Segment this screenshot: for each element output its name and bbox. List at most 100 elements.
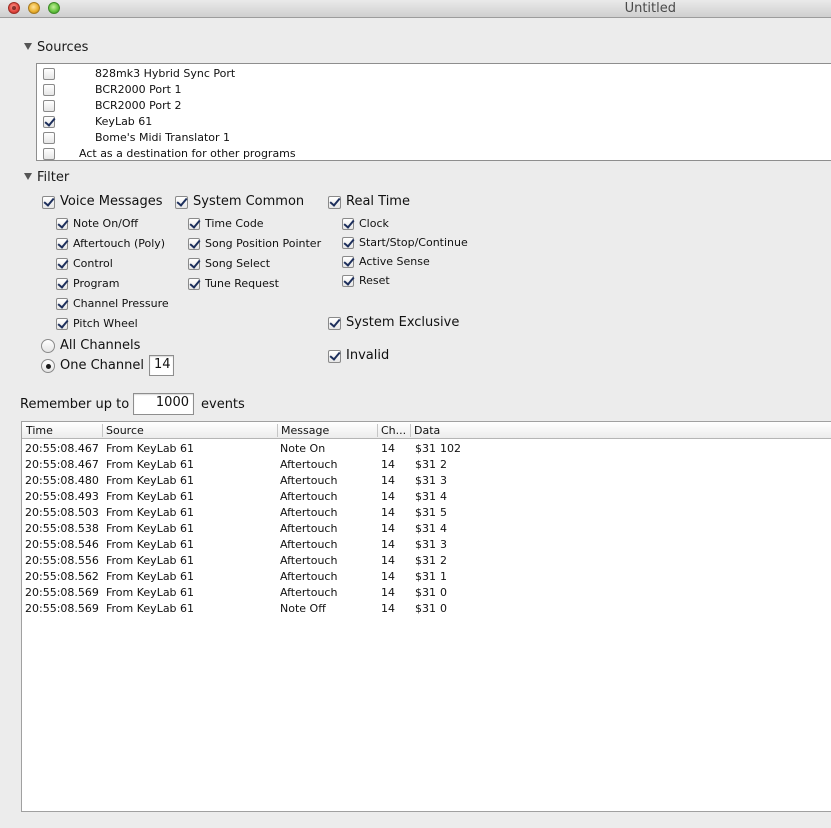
table-cell: 0: [440, 602, 447, 615]
column-header-time[interactable]: Time: [26, 424, 53, 437]
table-cell: 20:55:08.480: [25, 474, 99, 487]
source-row[interactable]: 828mk3 Hybrid Sync Port: [37, 66, 831, 82]
checkbox[interactable]: [56, 318, 68, 330]
table-cell: 3: [440, 538, 447, 551]
filter-disclosure[interactable]: Filter: [24, 170, 69, 185]
table-row[interactable]: 20:55:08.562 From KeyLab 61 Aftertouch 14 $3…: [22, 568, 831, 584]
table-row[interactable]: 20:55:08.556 From KeyLab 61 Aftertouch 14 $3…: [22, 552, 831, 568]
source-checkbox-bcr2000-port1[interactable]: [43, 84, 55, 96]
table-cell: 4: [440, 522, 447, 535]
table-cell: $31: [415, 474, 436, 487]
checkbox[interactable]: [188, 238, 200, 250]
checkbox-label: Channel Pressure: [73, 297, 169, 310]
radio-button[interactable]: [41, 359, 55, 373]
events-table[interactable]: Time Source Message Ch... Data 20:55:08.…: [21, 421, 831, 812]
table-cell: From KeyLab 61: [106, 570, 195, 583]
table-cell: $31: [415, 522, 436, 535]
table-cell: Note Off: [280, 602, 326, 615]
table-cell: From KeyLab 61: [106, 474, 195, 487]
checkbox[interactable]: [175, 196, 188, 209]
checkbox[interactable]: [42, 196, 55, 209]
column-divider[interactable]: [277, 424, 278, 437]
source-checkbox-bcr2000-port2[interactable]: [43, 100, 55, 112]
checkbox[interactable]: [342, 275, 354, 287]
system-common-label: System Common: [193, 194, 305, 209]
column-divider[interactable]: [102, 424, 103, 437]
source-row[interactable]: BCR2000 Port 1: [37, 82, 831, 98]
checkbox[interactable]: [56, 218, 68, 230]
checkbox[interactable]: [188, 218, 200, 230]
source-label: Bome's Midi Translator 1: [95, 131, 231, 144]
table-cell: 20:55:08.556: [25, 554, 99, 567]
checkbox-label: Time Code: [205, 217, 264, 230]
checkbox[interactable]: [56, 238, 68, 250]
checkbox[interactable]: [328, 317, 341, 330]
source-checkbox-act-as-destination[interactable]: [43, 148, 55, 160]
invalid-label: Invalid: [346, 348, 390, 363]
source-checkbox-bome[interactable]: [43, 132, 55, 144]
source-checkbox-keylab61[interactable]: [43, 116, 55, 128]
checkbox[interactable]: [342, 256, 354, 268]
source-checkbox-828mk3[interactable]: [43, 68, 55, 80]
disclosure-triangle-icon[interactable]: [24, 43, 32, 50]
table-row[interactable]: 20:55:08.503 From KeyLab 61 Aftertouch 14 $3…: [22, 504, 831, 520]
checkbox[interactable]: [56, 278, 68, 290]
event-limit-field[interactable]: 1000: [133, 393, 194, 415]
checkbox-label: Start/Stop/Continue: [359, 236, 468, 249]
checkbox[interactable]: [188, 278, 200, 290]
table-cell: Aftertouch: [280, 490, 338, 503]
column-header-data[interactable]: Data: [414, 424, 440, 437]
table-cell: From KeyLab 61: [106, 506, 195, 519]
table-row[interactable]: 20:55:08.569 From KeyLab 61 Note Off 14 $31 0: [22, 600, 831, 616]
source-row[interactable]: BCR2000 Port 2: [37, 98, 831, 114]
column-divider[interactable]: [410, 424, 411, 437]
table-cell: 2: [440, 458, 447, 471]
table-cell: Aftertouch: [280, 506, 338, 519]
remember-prefix-label: Remember up to: [20, 397, 130, 412]
source-row[interactable]: Act as a destination for other programs: [37, 146, 831, 162]
table-cell: $31: [415, 602, 436, 615]
radio-button[interactable]: [41, 339, 55, 353]
table-row[interactable]: 20:55:08.546 From KeyLab 61 Aftertouch 14 $3…: [22, 536, 831, 552]
checkbox[interactable]: [188, 258, 200, 270]
table-cell: 1: [440, 570, 447, 583]
voice-messages-label: Voice Messages: [60, 194, 163, 209]
filter-header-label: Filter: [37, 170, 70, 185]
checkbox-label: Active Sense: [359, 255, 430, 268]
title-bar[interactable]: Untitled: [0, 0, 831, 18]
checkbox[interactable]: [328, 350, 341, 363]
table-cell: 20:55:08.467: [25, 442, 99, 455]
table-cell: 20:55:08.569: [25, 602, 99, 615]
table-row[interactable]: 20:55:08.493 From KeyLab 61 Aftertouch 14 $3…: [22, 488, 831, 504]
checkbox[interactable]: [342, 237, 354, 249]
disclosure-triangle-icon[interactable]: [24, 173, 32, 180]
source-row[interactable]: Bome's Midi Translator 1: [37, 130, 831, 146]
sources-disclosure[interactable]: Sources: [24, 40, 88, 55]
column-header-message[interactable]: Message: [281, 424, 329, 437]
column-divider[interactable]: [377, 424, 378, 437]
table-cell: From KeyLab 61: [106, 554, 195, 567]
column-header-source[interactable]: Source: [106, 424, 144, 437]
checkbox[interactable]: [56, 298, 68, 310]
checkbox[interactable]: [328, 196, 341, 209]
table-row[interactable]: 20:55:08.569 From KeyLab 61 Aftertouch 14 $3…: [22, 584, 831, 600]
sources-list[interactable]: 828mk3 Hybrid Sync Port BCR2000 Port 1 B…: [36, 63, 831, 161]
table-cell: 20:55:08.546: [25, 538, 99, 551]
table-cell: From KeyLab 61: [106, 586, 195, 599]
table-header: Time Source Message Ch... Data: [22, 422, 831, 439]
column-header-channel[interactable]: Ch...: [381, 424, 406, 437]
table-cell: 20:55:08.538: [25, 522, 99, 535]
table-row[interactable]: 20:55:08.467 From KeyLab 61 Note On 14 $31 10…: [22, 440, 831, 456]
table-cell: 3: [440, 474, 447, 487]
source-row[interactable]: KeyLab 61: [37, 114, 831, 130]
table-row[interactable]: 20:55:08.480 From KeyLab 61 Aftertouch 14 $3…: [22, 472, 831, 488]
system-exclusive-label: System Exclusive: [346, 315, 460, 330]
table-row[interactable]: 20:55:08.467 From KeyLab 61 Aftertouch 14 $3…: [22, 456, 831, 472]
table-cell: 0: [440, 586, 447, 599]
table-cell: $31: [415, 442, 436, 455]
table-row[interactable]: 20:55:08.538 From KeyLab 61 Aftertouch 14 $3…: [22, 520, 831, 536]
remember-suffix-label: events: [201, 397, 245, 412]
channel-number-field[interactable]: 14: [149, 355, 174, 376]
checkbox[interactable]: [342, 218, 354, 230]
checkbox[interactable]: [56, 258, 68, 270]
